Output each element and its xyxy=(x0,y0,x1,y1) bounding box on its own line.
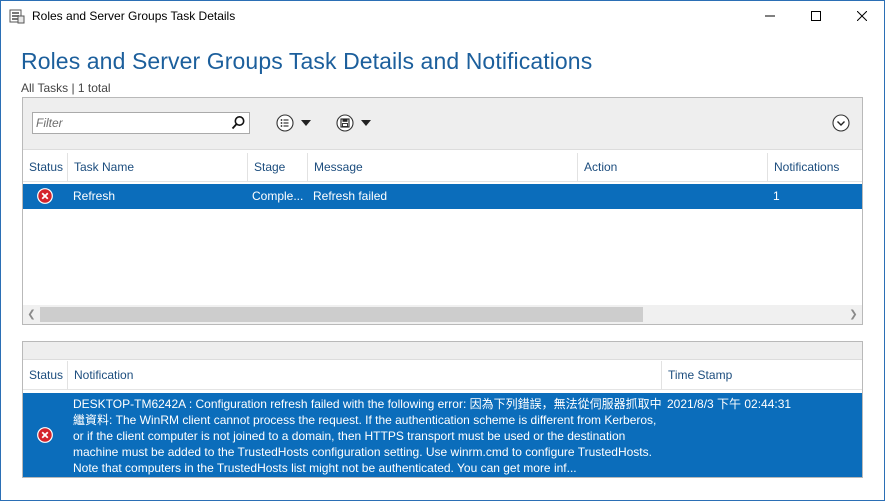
minimize-button[interactable] xyxy=(747,1,793,31)
scroll-right-icon[interactable]: ❯ xyxy=(845,305,862,324)
minimize-icon xyxy=(765,15,775,17)
stage-cell: Comple... xyxy=(252,189,304,203)
notifications-toolbar xyxy=(23,342,862,360)
maximize-icon xyxy=(811,11,821,21)
window-title: Roles and Server Groups Task Details xyxy=(32,9,236,23)
horizontal-scrollbar[interactable]: ❮ ❯ xyxy=(23,305,862,324)
task-count-summary: All Tasks | 1 total xyxy=(21,81,111,95)
notifications-count-cell: 1 xyxy=(773,189,780,203)
server-manager-icon xyxy=(9,9,25,24)
chevron-down-icon xyxy=(361,120,371,126)
scroll-left-icon[interactable]: ❮ xyxy=(23,305,40,324)
filter-options-button[interactable] xyxy=(276,111,311,135)
task-name-cell: Refresh xyxy=(73,189,116,203)
list-options-icon xyxy=(276,114,294,132)
search-icon[interactable] xyxy=(230,115,246,131)
column-header-task-name[interactable]: Task Name xyxy=(67,153,247,182)
column-header-stage[interactable]: Stage xyxy=(247,153,307,182)
close-button[interactable] xyxy=(839,1,884,31)
tasks-table-header: Status Task Name Stage Message Action No… xyxy=(23,153,862,182)
scrollbar-thumb[interactable] xyxy=(40,307,643,322)
title-bar[interactable]: Roles and Server Groups Task Details xyxy=(1,1,884,31)
save-query-button[interactable] xyxy=(336,111,371,135)
column-header-message[interactable]: Message xyxy=(307,153,577,182)
tasks-toolbar xyxy=(23,98,862,150)
save-icon xyxy=(336,114,354,132)
notifications-table-header: Status Notification Time Stamp xyxy=(23,361,862,390)
filter-box[interactable] xyxy=(32,112,250,134)
chevron-down-icon xyxy=(301,120,311,126)
close-icon xyxy=(857,11,867,21)
error-icon xyxy=(37,427,53,443)
action-cell xyxy=(583,184,763,209)
column-header-notification[interactable]: Notification xyxy=(67,361,661,390)
filter-input[interactable] xyxy=(36,115,224,131)
notifications-panel: Status Notification Time Stamp DESKTOP-T… xyxy=(22,341,863,478)
message-cell: Refresh failed xyxy=(313,189,388,203)
table-row[interactable]: DESKTOP-TM6242A : Configuration refresh … xyxy=(23,393,862,477)
column-header-time-stamp[interactable]: Time Stamp xyxy=(661,361,801,390)
column-header-action[interactable]: Action xyxy=(577,153,767,182)
column-header-status[interactable]: Status xyxy=(23,361,67,390)
column-header-status[interactable]: Status xyxy=(23,153,67,182)
tasks-panel: Status Task Name Stage Message Action No… xyxy=(22,97,863,325)
task-details-window: Roles and Server Groups Task Details Rol… xyxy=(0,0,885,501)
table-row[interactable]: Refresh Comple... Refresh failed 1 xyxy=(23,184,862,209)
expand-collapse-icon[interactable] xyxy=(832,114,850,132)
time-stamp-cell: 2021/8/3 下午 02:44:31 xyxy=(667,397,792,411)
column-header-notifications[interactable]: Notifications xyxy=(767,153,862,182)
notification-text-cell: DESKTOP-TM6242A : Configuration refresh … xyxy=(73,397,662,475)
maximize-button[interactable] xyxy=(793,1,839,31)
page-title: Roles and Server Groups Task Details and… xyxy=(21,48,593,74)
error-icon xyxy=(37,188,53,204)
